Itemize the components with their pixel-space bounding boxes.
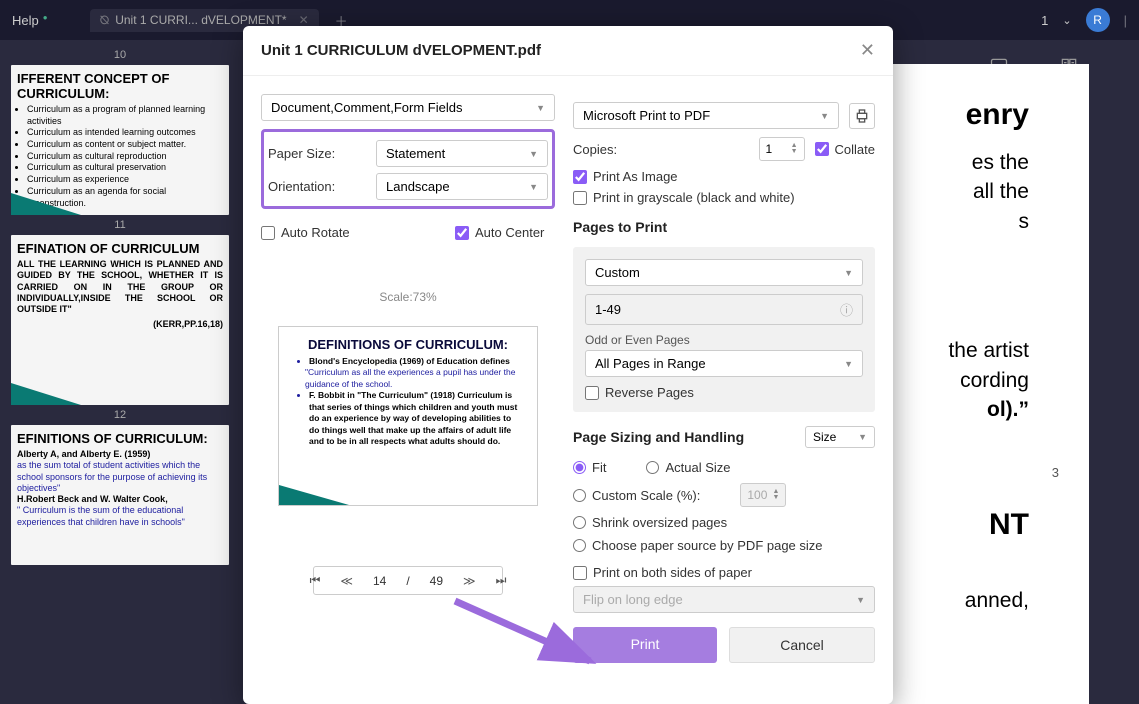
page-range-input[interactable]: 1-49ⓘ — [585, 294, 863, 325]
divider: | — [1124, 13, 1127, 28]
duplex-checkbox[interactable]: Print on both sides of paper — [573, 565, 875, 580]
info-icon[interactable]: ⓘ — [840, 300, 853, 319]
user-avatar[interactable]: R — [1086, 8, 1110, 32]
page-num-12: 12 — [10, 409, 230, 421]
auto-rotate-checkbox[interactable]: Auto Rotate — [261, 225, 361, 240]
printer-select[interactable]: Microsoft Print to PDF▼ — [573, 102, 839, 129]
flip-select: Flip on long edge▼ — [573, 586, 875, 613]
print-content-select[interactable]: Document,Comment,Form Fields▼ — [261, 94, 555, 121]
thumbnail-panel[interactable]: 10 IFFERENT CONCEPT OF CURRICULUM: Curri… — [0, 40, 240, 704]
preview-pager: ⏮ ≪ 14 / 49 ≫ ⏭ — [313, 566, 503, 595]
odd-even-select[interactable]: All Pages in Range▼ — [585, 350, 863, 377]
window-count[interactable]: 1 — [1041, 13, 1048, 28]
paper-size-label: Paper Size: — [268, 146, 368, 161]
pages-to-print-header: Pages to Print — [573, 219, 875, 235]
caret-down-icon: ▼ — [536, 103, 545, 113]
print-button[interactable]: Print — [573, 627, 717, 663]
pager-next[interactable]: ≫ — [455, 570, 484, 592]
page-number: 3 — [1052, 464, 1059, 482]
print-as-image-checkbox[interactable]: Print As Image — [573, 169, 875, 184]
pager-total: 49 — [422, 570, 451, 592]
orientation-select[interactable]: Landscape▼ — [376, 173, 548, 200]
broken-link-icon: ⦰ — [100, 13, 110, 28]
page-num-11: 11 — [10, 219, 230, 231]
page-range-select[interactable]: Custom▼ — [585, 259, 863, 286]
dot-indicator: ● — [43, 13, 48, 22]
copies-spinner[interactable]: 1▲▼ — [759, 137, 805, 161]
sizing-header: Page Sizing and Handling — [573, 429, 744, 445]
grayscale-checkbox[interactable]: Print in grayscale (black and white) — [573, 190, 875, 205]
scale-label: Scale:73% — [261, 290, 555, 304]
odd-even-label: Odd or Even Pages — [585, 333, 863, 347]
help-menu[interactable]: Help — [12, 13, 39, 28]
cancel-button[interactable]: Cancel — [729, 627, 875, 663]
custom-scale-radio[interactable]: Custom Scale (%): — [573, 488, 700, 503]
dialog-title: Unit 1 CURRICULUM dVELOPMENT.pdf — [261, 42, 541, 59]
fit-radio[interactable]: Fit — [573, 460, 606, 475]
thumbnail-11[interactable]: EFINATION OF CURRICULUM ALL THE LEARNING… — [11, 235, 229, 405]
choose-source-radio[interactable]: Choose paper source by PDF page size — [573, 538, 875, 553]
printer-props-button[interactable] — [849, 103, 875, 129]
thumbnail-12[interactable]: EFINITIONS OF CURRICULUM: Alberty A, and… — [11, 425, 229, 565]
print-dialog: Unit 1 CURRICULUM dVELOPMENT.pdf ✕ Docum… — [243, 26, 893, 704]
pager-prev[interactable]: ≪ — [332, 570, 361, 592]
auto-center-checkbox[interactable]: Auto Center — [455, 225, 555, 240]
scale-spinner[interactable]: 100▲▼ — [740, 483, 786, 507]
thumbnail-10[interactable]: IFFERENT CONCEPT OF CURRICULUM: Curricul… — [11, 65, 229, 215]
tab-title: Unit 1 CURRI... dVELOPMENT* — [115, 13, 286, 27]
pager-last[interactable]: ⏭ — [488, 569, 515, 592]
reverse-pages-checkbox[interactable]: Reverse Pages — [585, 385, 863, 400]
chevron-down-icon[interactable]: ⌄ — [1062, 14, 1071, 27]
close-dialog-button[interactable]: ✕ — [860, 40, 875, 61]
shrink-radio[interactable]: Shrink oversized pages — [573, 515, 875, 530]
pager-current[interactable]: 14 — [365, 570, 394, 592]
print-preview: DEFINITIONS OF CURRICULUM: Blond's Encyc… — [278, 326, 538, 506]
pager-first[interactable]: ⏮ — [302, 569, 329, 592]
close-tab-icon[interactable]: ✕ — [299, 13, 309, 27]
paper-size-select[interactable]: Statement▼ — [376, 140, 548, 167]
collate-checkbox[interactable]: Collate — [815, 142, 875, 157]
orientation-label: Orientation: — [268, 179, 368, 194]
copies-label: Copies: — [573, 142, 617, 157]
highlight-box: Paper Size: Statement▼ Orientation: Land… — [261, 129, 555, 209]
actual-size-radio[interactable]: Actual Size — [646, 460, 730, 475]
page-num-10: 10 — [10, 49, 230, 61]
sizing-select[interactable]: Size▼ — [805, 426, 875, 448]
